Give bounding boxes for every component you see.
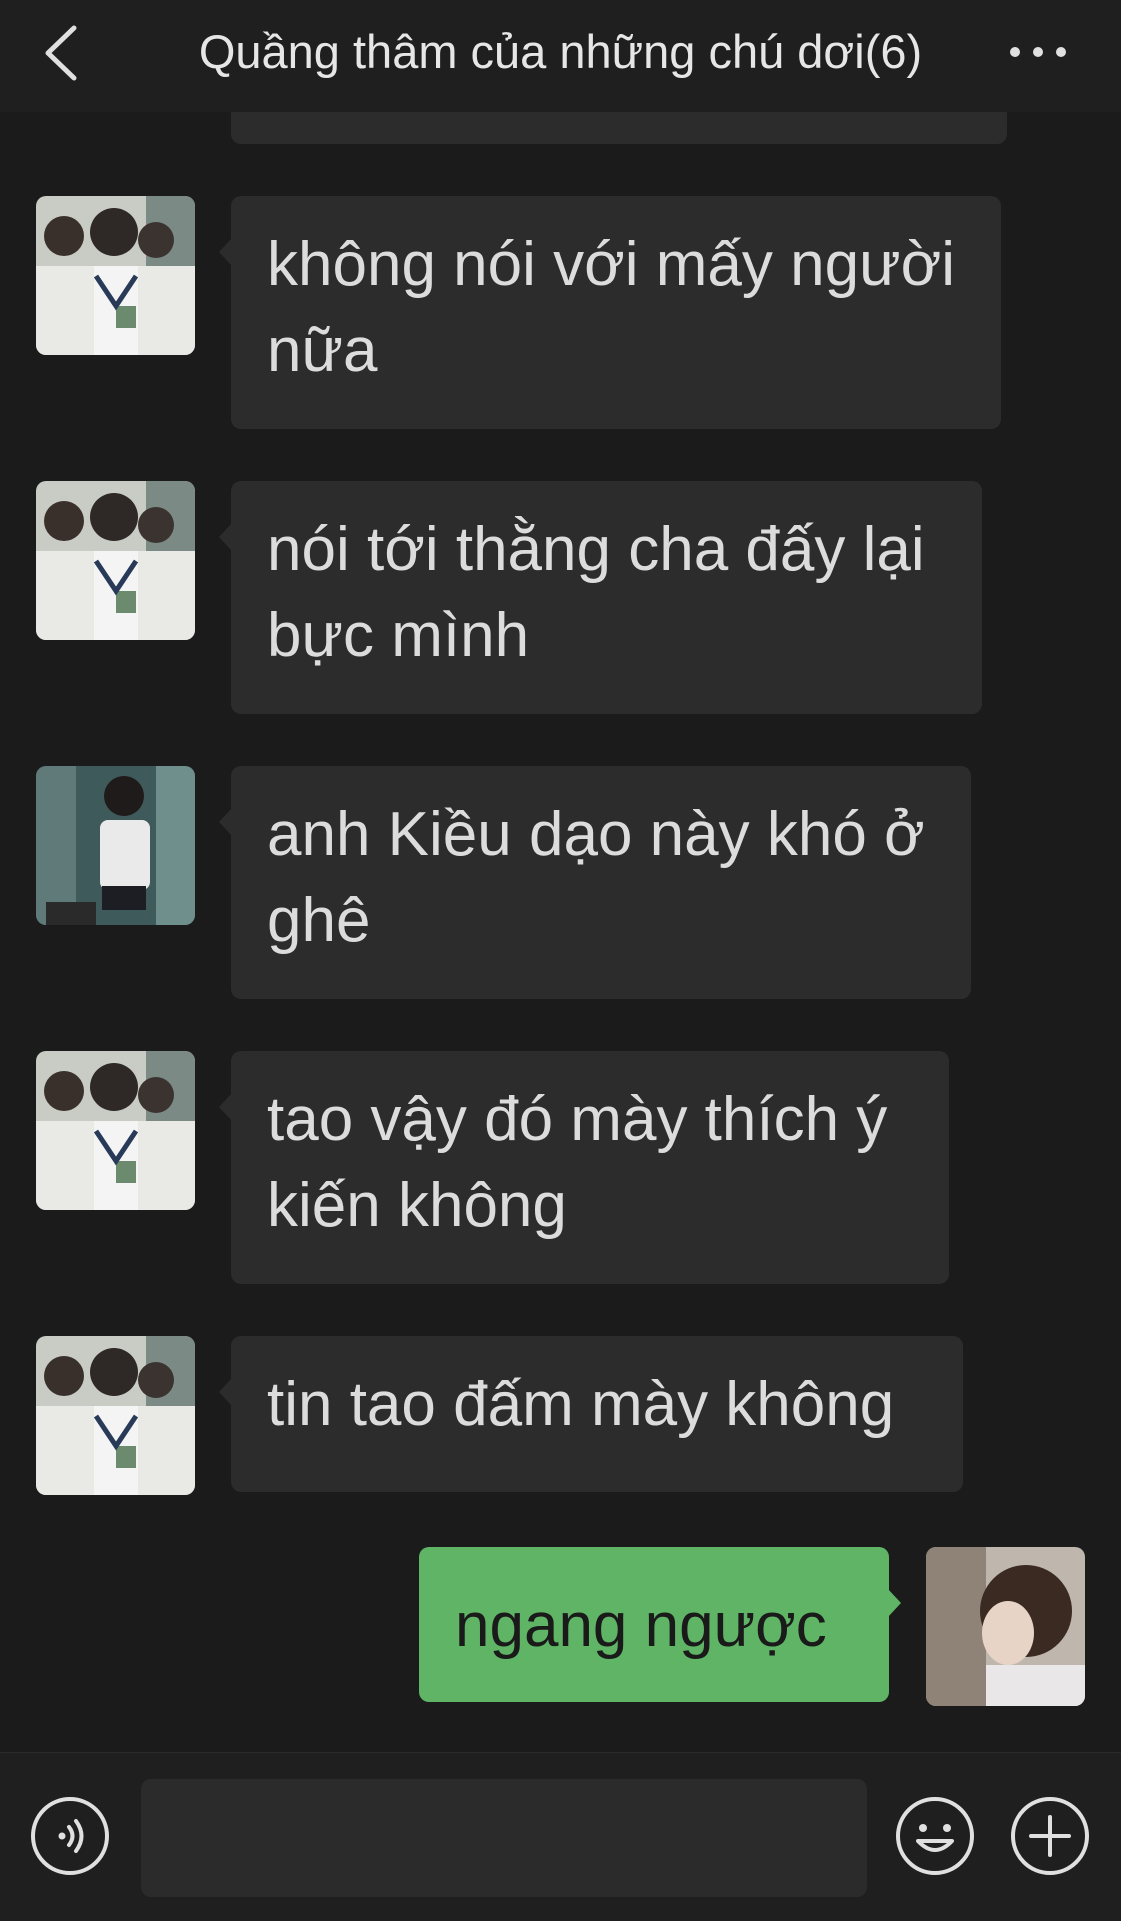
message-input[interactable] [141, 1779, 867, 1897]
chat-title: Quầng thâm của những chú dơi(6) [198, 25, 923, 78]
more-functions-button[interactable] [1009, 1795, 1091, 1877]
previous-message-bubble-partial [231, 112, 1007, 144]
more-dots-icon [1010, 47, 1066, 57]
message-bubble[interactable]: không nói với mấy người nữa [219, 196, 1001, 429]
input-bar [0, 1752, 1121, 1921]
chat-header: Quầng thâm của những chú dơi(6) [0, 0, 1121, 112]
voice-icon [31, 1797, 109, 1875]
more-options-button[interactable] [1003, 30, 1073, 74]
single-person-avatar[interactable] [36, 766, 195, 925]
emoji-icon [896, 1797, 974, 1875]
plus-icon [1011, 1797, 1089, 1875]
chevron-left-icon [45, 25, 77, 81]
group-photo-avatar[interactable] [36, 196, 195, 355]
group-photo-avatar[interactable] [36, 1051, 195, 1210]
group-photo-avatar[interactable] [36, 1336, 195, 1495]
message-bubble-self[interactable]: ngang ngược [419, 1547, 901, 1702]
back-button[interactable] [34, 18, 98, 88]
message-bubble[interactable]: tao vậy đó mày thích ý kiến không [219, 1051, 949, 1284]
message-bubble[interactable]: nói tới thằng cha đấy lại bực mình [219, 481, 982, 714]
voice-button[interactable] [29, 1795, 111, 1877]
emoji-button[interactable] [894, 1795, 976, 1877]
message-bubble[interactable]: anh Kiều dạo này khó ở ghê [219, 766, 971, 999]
group-photo-avatar[interactable] [36, 481, 195, 640]
profile-avatar[interactable] [926, 1547, 1085, 1706]
message-bubble[interactable]: tin tao đấm mày không [219, 1336, 963, 1492]
